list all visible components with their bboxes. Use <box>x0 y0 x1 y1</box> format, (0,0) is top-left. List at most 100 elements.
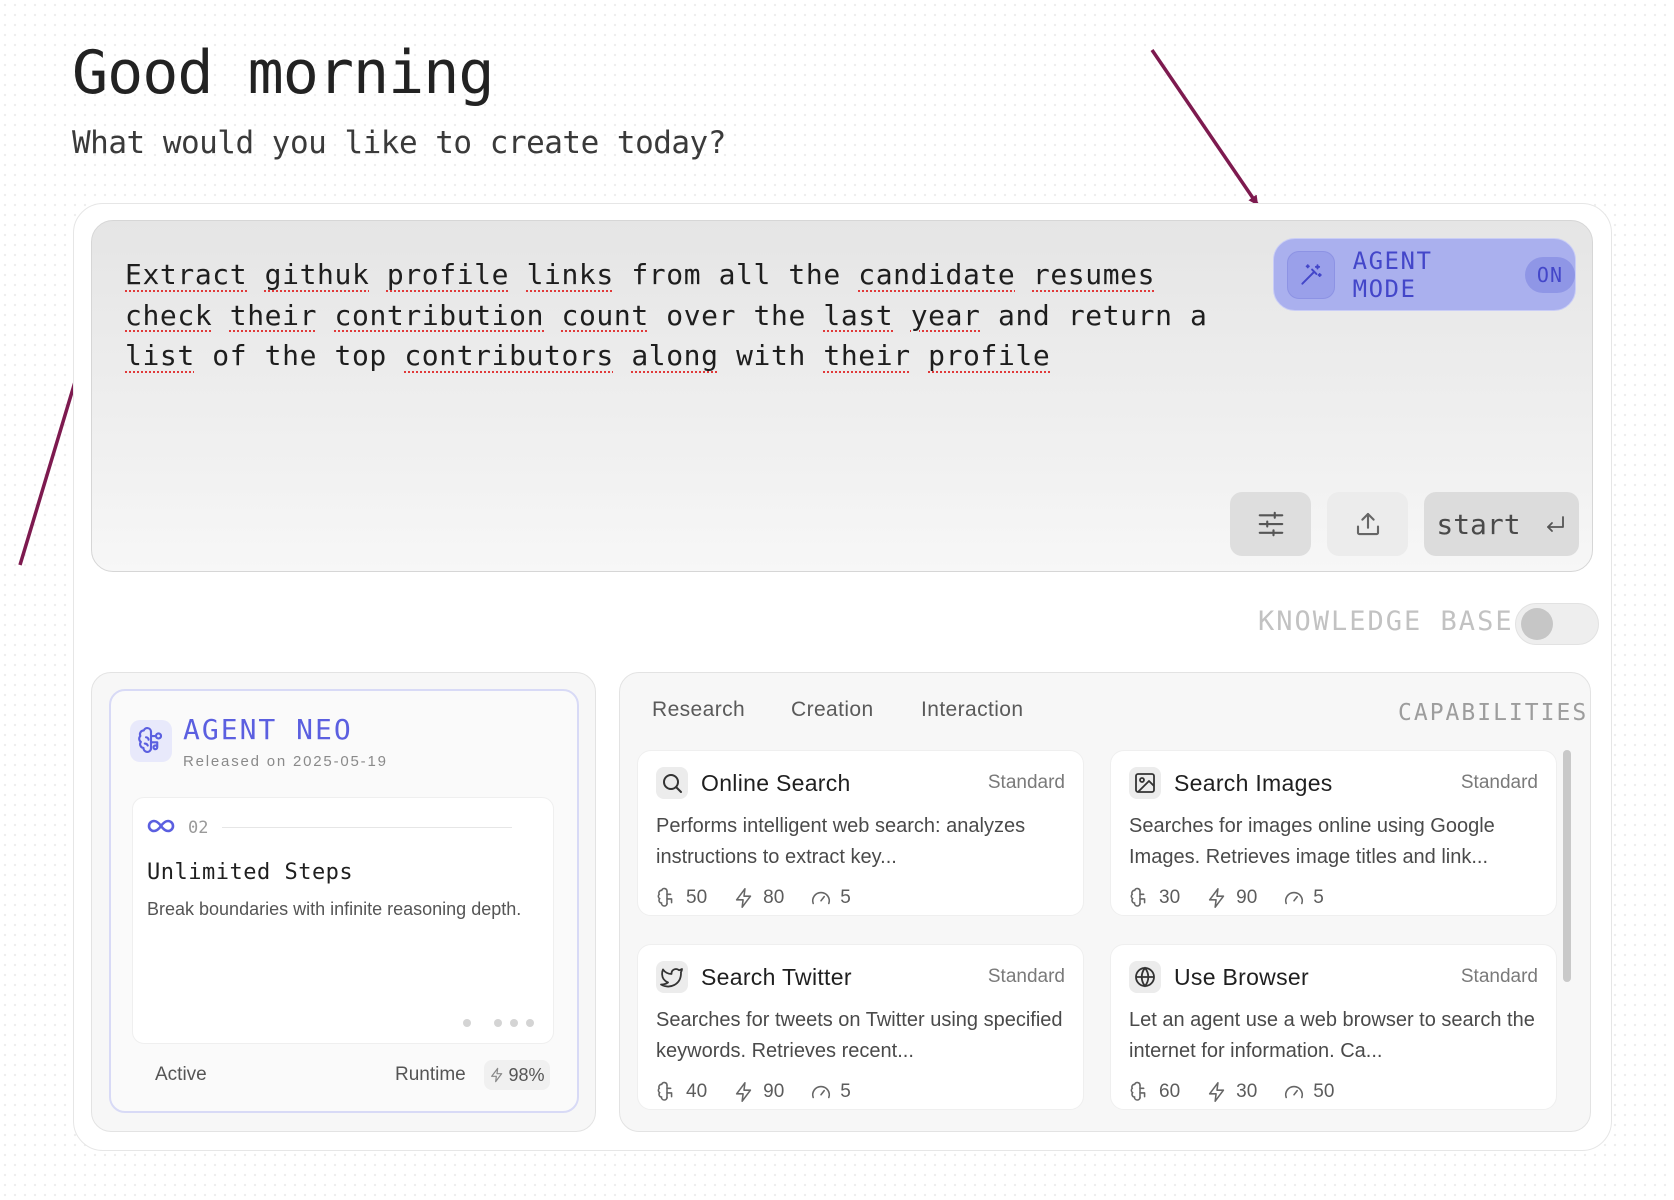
upload-button[interactable] <box>1327 492 1408 556</box>
misspelled-word: check <box>125 298 213 332</box>
misspelled-word: year <box>910 298 981 332</box>
runtime-value: 98% <box>508 1064 545 1085</box>
knowledge-base-label: KNOWLEDGE BASE <box>1258 606 1514 637</box>
gauge-icon <box>812 891 831 905</box>
brain-icon <box>130 720 172 762</box>
scrollbar[interactable] <box>1563 750 1571 982</box>
knowledge-base-toggle[interactable] <box>1515 603 1599 645</box>
gauge-stat: 5 <box>840 887 851 908</box>
carousel-dot[interactable] <box>494 1019 502 1027</box>
bolt-icon <box>736 1082 752 1102</box>
misspelled-word: their <box>823 339 911 372</box>
carousel-dot[interactable] <box>510 1019 518 1027</box>
tab-creation[interactable]: Creation <box>791 698 874 722</box>
capability-stats: 30 90 5 <box>1129 887 1350 909</box>
capability-description: Searches for tweets on Twitter using spe… <box>656 1009 1063 1062</box>
capability-card-use-browser[interactable]: Use Browser Standard Let an agent use a … <box>1110 944 1557 1110</box>
gauge-icon <box>1285 891 1304 905</box>
gauge-icon <box>1285 1085 1304 1099</box>
capability-card-online-search[interactable]: Online Search Standard Performs intellig… <box>637 750 1084 916</box>
capability-tier: Standard <box>1460 772 1538 793</box>
agent-mode-state-badge: ON <box>1524 256 1575 293</box>
brain-stat: 40 <box>686 1081 708 1102</box>
brain-icon <box>657 1081 673 1101</box>
bolt-icon <box>1209 1082 1225 1102</box>
tab-research[interactable]: Research <box>652 698 745 722</box>
bolt-stat: 80 <box>763 887 785 908</box>
brain-stat: 60 <box>1159 1081 1181 1102</box>
greeting-heading: Good morning <box>72 38 494 108</box>
bolt-stat: 90 <box>763 1081 785 1102</box>
gauge-stat: 5 <box>840 1081 851 1102</box>
prompt-word: over the <box>648 298 824 332</box>
capability-stats: 60 30 50 <box>1129 1081 1360 1103</box>
capability-stats: 40 90 5 <box>656 1081 877 1103</box>
brain-stat: 30 <box>1159 887 1181 908</box>
toggle-knob <box>1521 608 1553 640</box>
misspelled-word: count <box>561 298 649 332</box>
step-description: Break boundaries with infinite reasoning… <box>147 899 522 919</box>
agent-status: Active <box>155 1064 207 1085</box>
prompt-word <box>893 299 910 332</box>
globe-icon <box>1129 961 1161 993</box>
agent-mode-toggle[interactable]: AGENT MODE ON <box>1273 238 1576 311</box>
misspelled-word: candidate <box>858 258 1016 291</box>
runtime-badge: 98% <box>484 1060 550 1090</box>
tab-interaction[interactable]: Interaction <box>921 698 1023 722</box>
agent-name: AGENT NEO <box>183 713 353 746</box>
upload-icon <box>1356 512 1379 536</box>
brain-icon <box>1130 887 1146 907</box>
runtime-label: Runtime <box>395 1064 466 1085</box>
capability-tier: Standard <box>1460 966 1538 987</box>
misspelled-word: contributors <box>404 339 614 372</box>
misspelled-word: githuk <box>264 258 370 291</box>
prompt-word <box>614 339 631 372</box>
magic-wand-icon <box>1287 250 1335 299</box>
misspelled-word: profile <box>386 258 510 291</box>
misspelled-word: resumes <box>1032 258 1156 291</box>
capabilities-label: CAPABILITIES <box>1398 700 1589 726</box>
gauge-stat: 50 <box>1313 1081 1335 1102</box>
prompt-word <box>544 299 561 332</box>
capability-stats: 50 80 5 <box>656 887 877 909</box>
carousel-dot[interactable] <box>526 1019 534 1027</box>
brain-icon <box>657 887 673 907</box>
prompt-text[interactable]: Extract githuk profile links from all th… <box>125 255 1245 377</box>
prompt-word: from all the <box>613 258 859 291</box>
gauge-icon <box>812 1085 831 1099</box>
brain-stat: 50 <box>686 887 708 908</box>
settings-button[interactable] <box>1230 492 1311 556</box>
arrow-to-agent-mode <box>1150 49 1259 206</box>
capability-card-search-twitter[interactable]: Search Twitter Standard Searches for twe… <box>637 944 1084 1110</box>
step-number: 02 <box>188 818 209 838</box>
start-label: start <box>1436 507 1521 541</box>
prompt-word <box>911 339 928 372</box>
misspelled-word: profile <box>928 339 1051 372</box>
carousel-dot[interactable] <box>463 1019 471 1027</box>
brain-icon <box>1130 1081 1146 1101</box>
misspelled-word: last <box>823 298 894 332</box>
misspelled-word: links <box>526 258 614 291</box>
bolt-stat: 30 <box>1236 1081 1258 1102</box>
capability-title: Online Search <box>701 770 851 796</box>
bolt-icon <box>1209 888 1225 908</box>
prompt-word: and return a <box>980 298 1208 332</box>
sliders-icon <box>1258 511 1283 537</box>
prompt-word: of the top <box>194 339 405 372</box>
bolt-icon <box>736 888 752 908</box>
prompt-word <box>212 299 229 332</box>
prompt-word <box>509 258 526 291</box>
step-divider <box>222 827 512 828</box>
search-icon <box>656 767 688 799</box>
capability-description: Searches for images online using Google … <box>1129 815 1495 868</box>
capability-title: Search Images <box>1174 770 1333 796</box>
page-subtitle: What would you like to create today? <box>72 125 726 161</box>
capability-title: Use Browser <box>1174 964 1309 990</box>
capability-tier: Standard <box>987 772 1065 793</box>
image-icon <box>1129 767 1161 799</box>
capability-card-search-images[interactable]: Search Images Standard Searches for imag… <box>1110 750 1557 916</box>
misspelled-word: contribution <box>334 298 545 332</box>
start-button[interactable]: start <box>1424 492 1579 556</box>
prompt-word <box>369 258 386 291</box>
capability-description: Performs intelligent web search: analyze… <box>656 815 1026 868</box>
